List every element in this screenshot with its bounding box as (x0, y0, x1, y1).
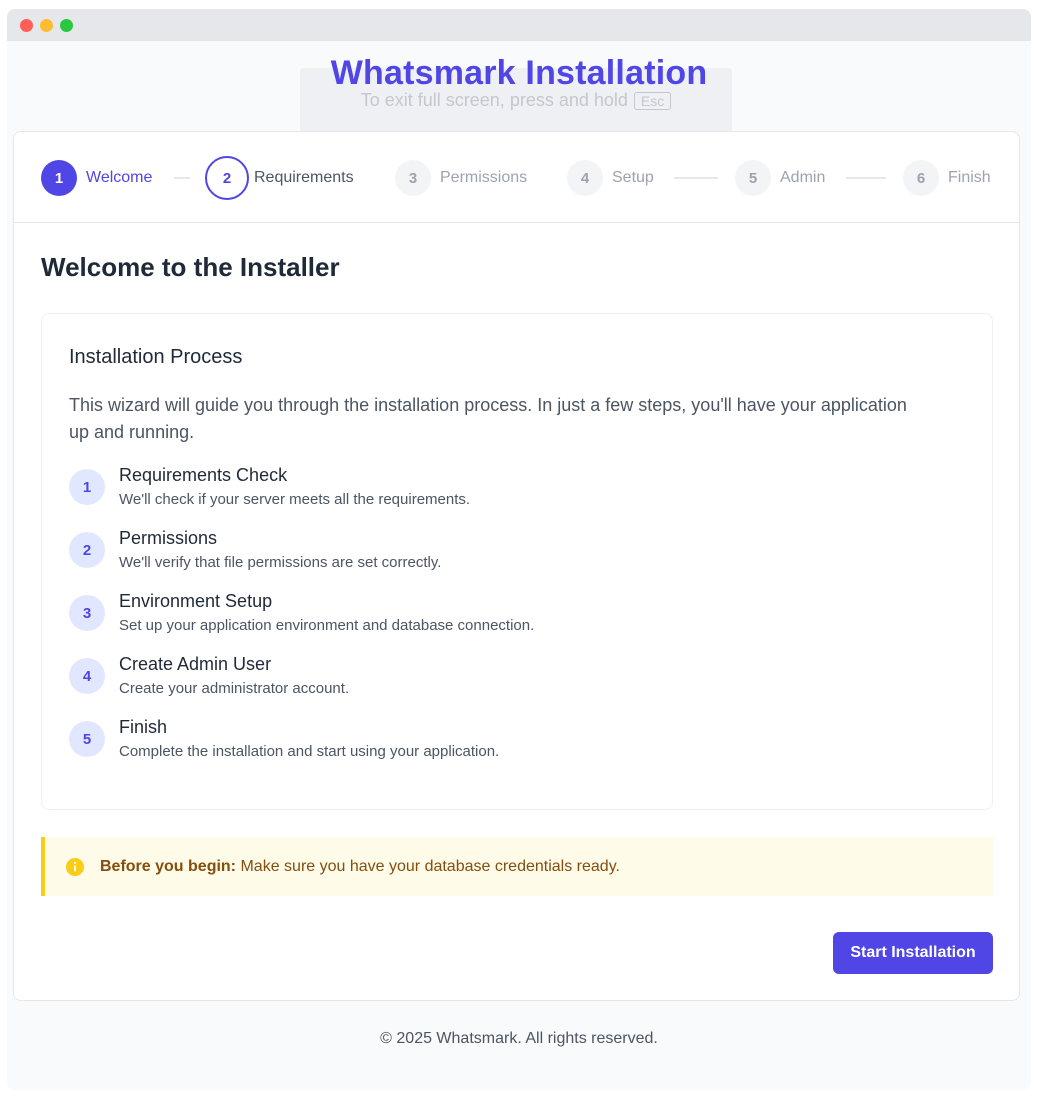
process-step-number: 2 (69, 532, 105, 568)
step-label: Requirements (254, 169, 354, 186)
step-label: Welcome (86, 169, 153, 186)
page-title: Welcome to the Installer (41, 252, 340, 282)
step-number: 6 (903, 160, 939, 196)
process-step-number: 3 (69, 595, 105, 631)
fullscreen-hint-text: To exit full screen, press and hold (360, 90, 628, 110)
browser-window: To exit full screen, press and hold Esc W… (7, 9, 1031, 1090)
step-connector (846, 177, 886, 179)
process-step-title: Create Admin User (119, 654, 272, 674)
process-step-description: Set up your application environment and … (119, 617, 535, 634)
step-label: Permissions (440, 169, 528, 186)
process-step-item: 5 Finish Complete the installation and s… (69, 717, 929, 767)
step-number: 2 (205, 156, 249, 200)
window-titlebar (7, 9, 1031, 41)
step-admin[interactable]: 5 Admin (735, 158, 825, 198)
stepper: 1 Welcome 2 Requirements 3 Permissions 4… (14, 132, 1019, 223)
start-installation-button[interactable]: Start Installation (833, 932, 993, 974)
installation-process-panel: Installation Process This wizard will gu… (41, 313, 993, 810)
step-finish[interactable]: 6 Finish (903, 158, 991, 198)
process-step-description: Complete the installation and start usin… (119, 743, 500, 760)
notice-text: Make sure you have your database credent… (240, 857, 620, 875)
process-step-item: 4 Create Admin User Create your administ… (69, 654, 929, 704)
step-permissions[interactable]: 3 Permissions (395, 158, 527, 198)
process-title: Installation Process (69, 346, 243, 368)
process-step-item: 1 Requirements Check We'll check if your… (69, 465, 929, 515)
process-intro: This wizard will guide you through the i… (69, 395, 907, 442)
installer-card: 1 Welcome 2 Requirements 3 Permissions 4… (13, 131, 1020, 1001)
process-step-title: Finish (119, 717, 168, 737)
fullscreen-hint-key: Esc (633, 92, 672, 110)
process-step-title: Permissions (119, 528, 218, 548)
minimize-window-button[interactable] (40, 19, 53, 32)
process-step-number: 1 (69, 469, 105, 505)
maximize-window-button[interactable] (60, 19, 73, 32)
process-step-description: We'll check if your server meets all the… (119, 491, 471, 508)
before-you-begin-notice: Before you begin: Make sure you have you… (41, 837, 993, 896)
app-title: Whatsmark Installation (330, 54, 708, 92)
process-step-description: Create your administrator account. (119, 680, 350, 697)
step-number: 5 (735, 160, 771, 196)
process-step-item: 2 Permissions We'll verify that file per… (69, 528, 929, 578)
step-number: 3 (395, 160, 431, 196)
info-icon (66, 857, 84, 876)
notice-label: Before you begin: (100, 857, 237, 875)
step-label: Admin (780, 169, 826, 186)
process-step-number: 5 (69, 721, 105, 757)
step-label: Setup (612, 169, 654, 186)
step-connector (174, 177, 190, 179)
process-step-title: Environment Setup (119, 591, 273, 611)
step-welcome[interactable]: 1 Welcome (41, 158, 152, 198)
footer-copyright: © 2025 Whatsmark. All rights reserved. (380, 1030, 658, 1047)
step-connector (674, 177, 718, 179)
step-number: 4 (567, 160, 603, 196)
step-requirements[interactable]: 2 Requirements (205, 154, 354, 202)
step-number: 1 (41, 160, 77, 196)
process-step-number: 4 (69, 658, 105, 694)
process-step-title: Requirements Check (119, 465, 288, 485)
notice-message: Before you begin: Make sure you have you… (100, 858, 620, 876)
process-step-description: We'll verify that file permissions are s… (119, 554, 442, 571)
close-window-button[interactable] (20, 19, 33, 32)
process-step-item: 3 Environment Setup Set up your applicat… (69, 591, 929, 641)
step-label: Finish (948, 169, 991, 186)
step-setup[interactable]: 4 Setup (567, 158, 654, 198)
